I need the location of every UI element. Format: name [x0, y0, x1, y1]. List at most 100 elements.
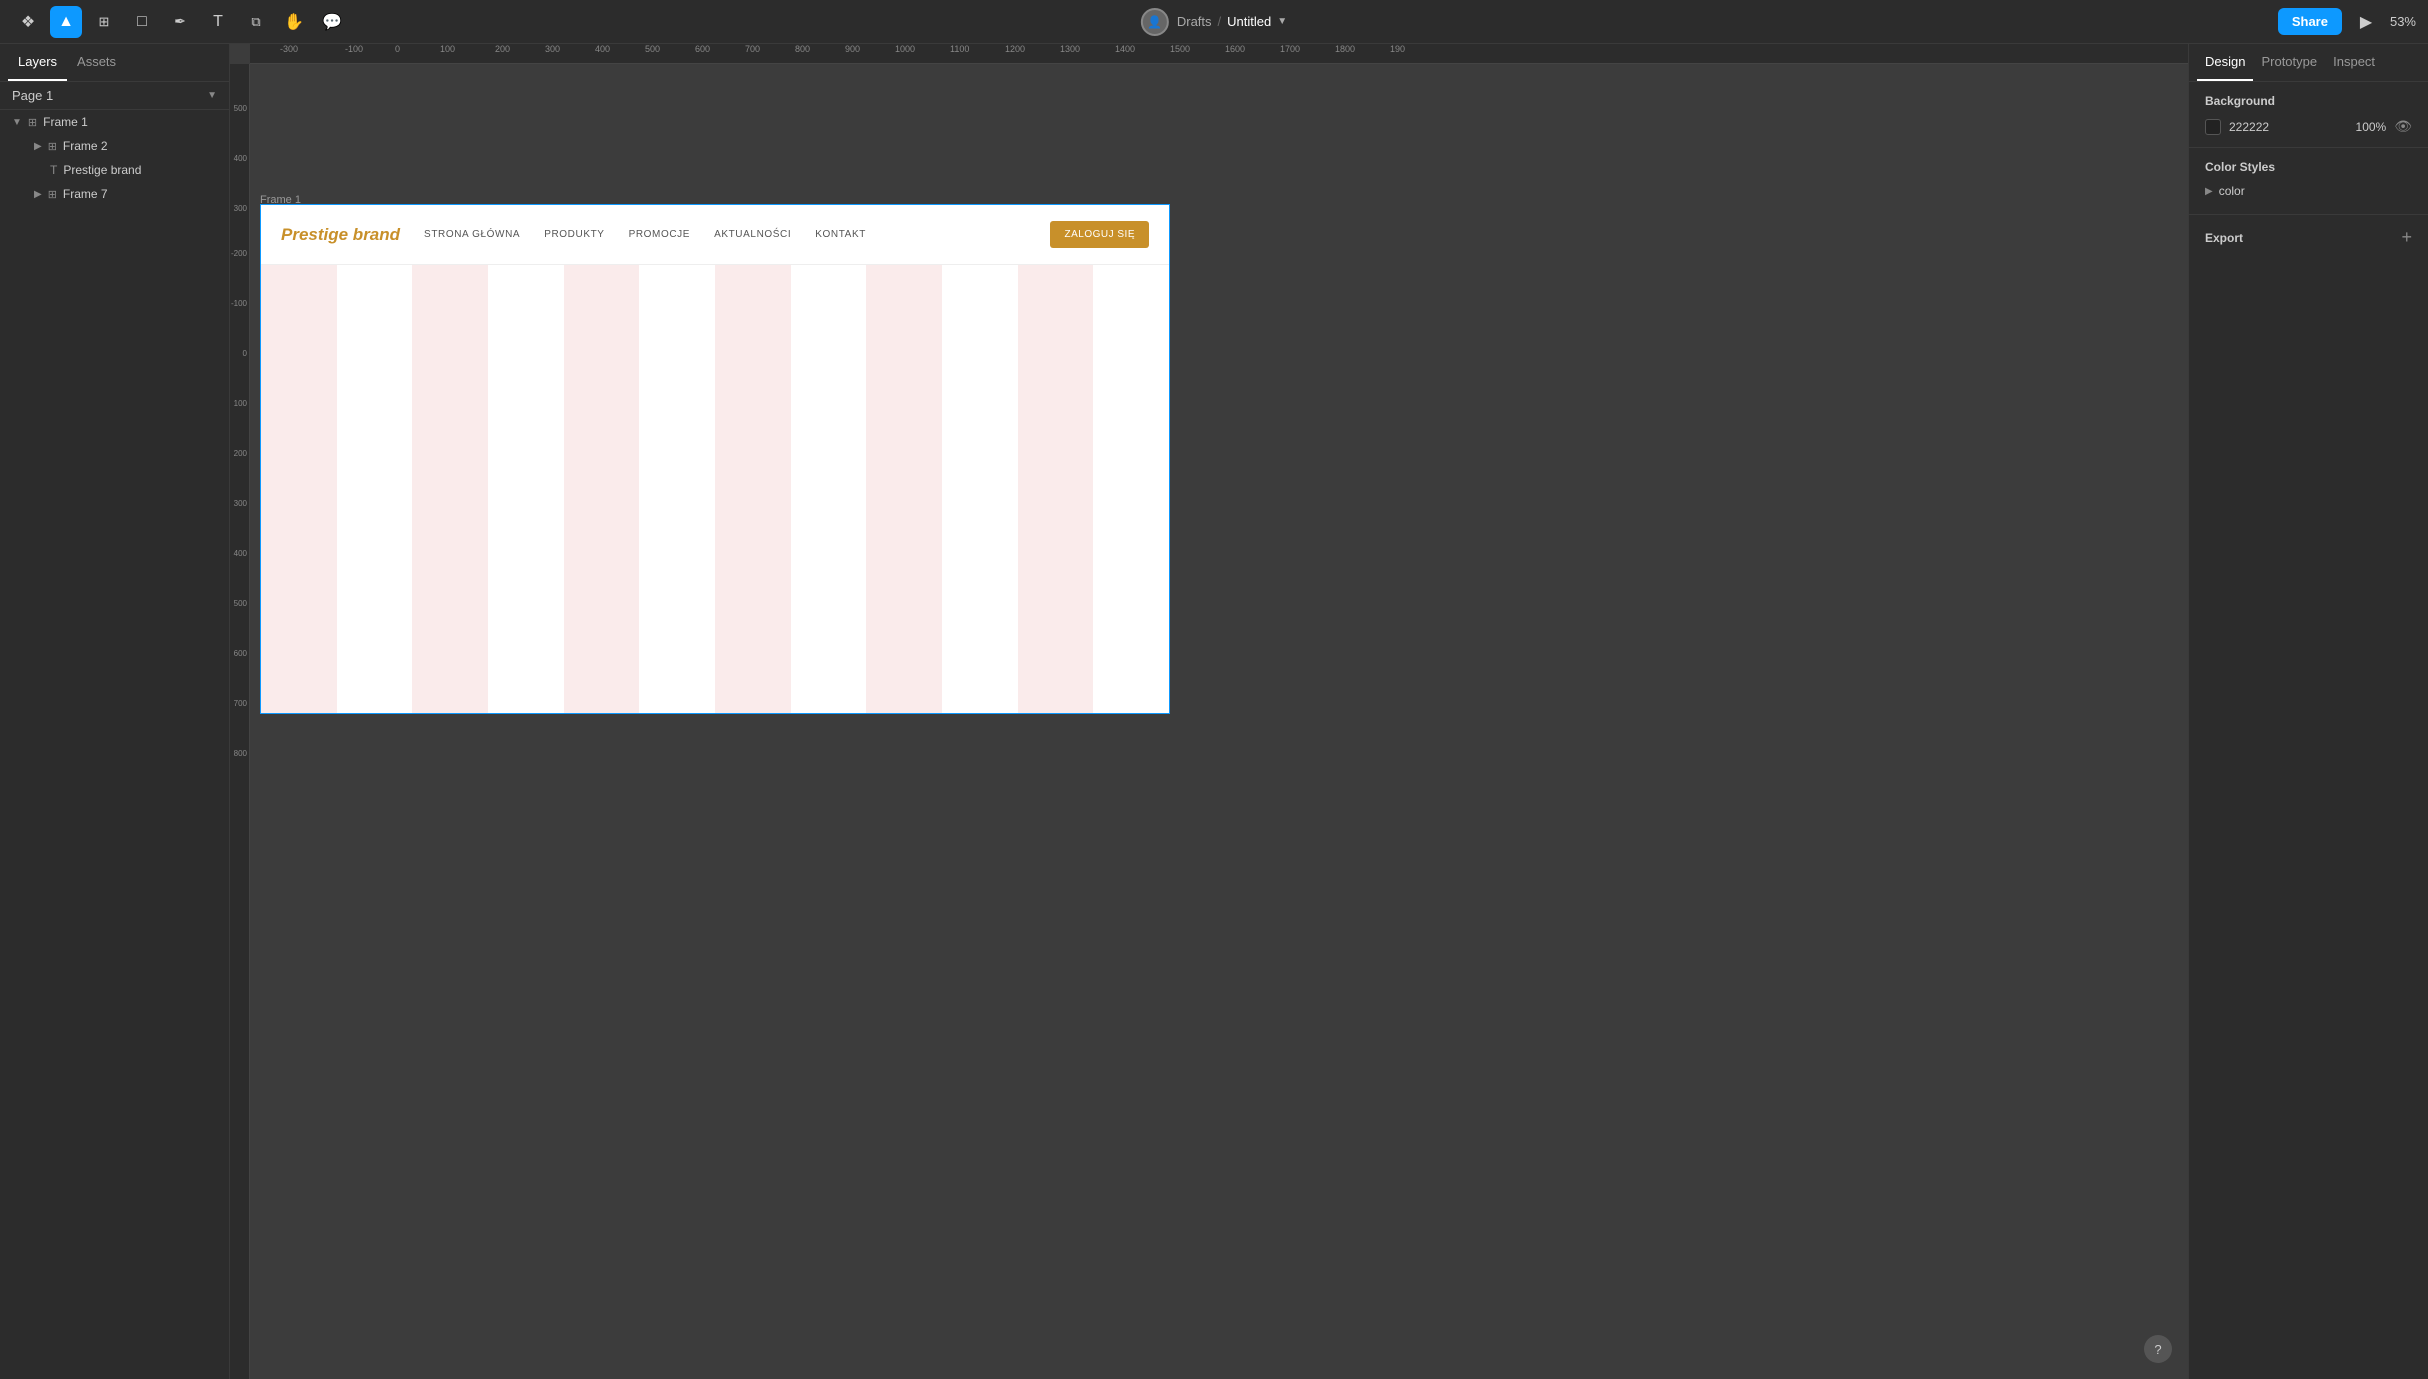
help-button[interactable]: ? — [2144, 1335, 2172, 1363]
ruler-mark: 100 — [440, 44, 455, 54]
layer-item-frame1[interactable]: ▼ ⊞ Frame 1 — [0, 110, 229, 134]
text-icon: T — [50, 163, 57, 177]
share-button[interactable]: Share — [2278, 8, 2342, 35]
ruler-mark-v: 300 — [234, 499, 247, 508]
tab-prototype[interactable]: Prototype — [2253, 44, 2325, 81]
canvas-area[interactable]: -300 -100 0 100 200 300 400 500 600 700 … — [230, 44, 2188, 1379]
component-icon: ⧉ — [251, 14, 260, 30]
nav-item-products: PRODUKTY — [544, 229, 604, 240]
tab-assets[interactable]: Assets — [67, 44, 126, 81]
bg-hex-value[interactable]: 222222 — [2229, 120, 2348, 134]
drafts-label[interactable]: Drafts — [1177, 14, 1212, 29]
ruler-mark: 500 — [645, 44, 660, 54]
frame-tool-button[interactable]: ⊞ — [88, 6, 120, 38]
tab-design[interactable]: Design — [2197, 44, 2253, 81]
grid-col-1 — [261, 265, 337, 714]
ruler-mark-v: 200 — [234, 449, 247, 458]
color-style-arrow: ▶ — [2205, 186, 2213, 197]
ruler-mark: -100 — [345, 44, 363, 54]
layers-list: ▼ ⊞ Frame 1 ▶ ⊞ Frame 2 T Prestige brand… — [0, 110, 229, 206]
figma-menu-button[interactable]: ❖ — [12, 6, 44, 38]
layer-item-frame2[interactable]: ▶ ⊞ Frame 2 — [0, 134, 229, 158]
expand-icon: ▼ — [12, 117, 22, 128]
ruler-vertical: 500 400 300 -200 -100 0 100 200 300 400 … — [230, 64, 250, 1379]
shape-icon: □ — [137, 13, 147, 31]
design-grid — [261, 265, 1169, 714]
grid-col-6 — [639, 265, 715, 714]
right-panel-tabs: Design Prototype Inspect — [2189, 44, 2428, 82]
page-dropdown-icon: ▼ — [207, 90, 217, 101]
tab-inspect[interactable]: Inspect — [2325, 44, 2383, 81]
nav-item-promotions: PROMOCJE — [629, 229, 690, 240]
layer-label: Frame 2 — [63, 139, 108, 153]
grid-col-5 — [564, 265, 640, 714]
toolbar-center: 👤 Drafts / Untitled ▼ — [1141, 8, 1287, 36]
ruler-mark-v: 800 — [234, 749, 247, 758]
select-tool-button[interactable]: ▲ — [50, 6, 82, 38]
bg-opacity-value[interactable]: 100% — [2356, 120, 2387, 134]
design-frame[interactable]: Prestige brand STRONA GŁÓWNA PRODUKTY PR… — [260, 204, 1170, 714]
play-button[interactable]: ▶ — [2350, 6, 2382, 38]
nav-links: STRONA GŁÓWNA PRODUKTY PROMOCJE AKTUALNO… — [424, 229, 1050, 240]
ruler-mark: 1500 — [1170, 44, 1190, 54]
grid-col-9 — [866, 265, 942, 714]
file-name[interactable]: Untitled — [1227, 14, 1271, 29]
hand-tool-button[interactable]: ✋ — [278, 6, 310, 38]
layer-label: Prestige brand — [63, 163, 141, 177]
pen-tool-button[interactable]: ✒ — [164, 6, 196, 38]
frame-icon: ⊞ — [99, 14, 110, 30]
layer-item-prestige-brand[interactable]: T Prestige brand — [0, 158, 229, 182]
ruler-mark-v: 500 — [234, 104, 247, 113]
ruler-mark: 600 — [695, 44, 710, 54]
ruler-mark: 190 — [1390, 44, 1405, 54]
ruler-mark-v: -100 — [231, 299, 247, 308]
nav-cta-button[interactable]: ZALOGUJ SIĘ — [1050, 221, 1149, 248]
zoom-label[interactable]: 53% — [2390, 14, 2416, 29]
nav-item-news: AKTUALNOŚCI — [714, 229, 791, 240]
export-section: Export + — [2189, 215, 2428, 260]
ruler-horizontal: -300 -100 0 100 200 300 400 500 600 700 … — [250, 44, 2188, 64]
grid-col-7 — [715, 265, 791, 714]
ruler-mark: 400 — [595, 44, 610, 54]
avatar-icon: 👤 — [1147, 15, 1162, 29]
layer-item-frame7[interactable]: ▶ ⊞ Frame 7 — [0, 182, 229, 206]
ruler-mark: 1700 — [1280, 44, 1300, 54]
toolbar-right: Share ▶ 53% — [2278, 6, 2416, 38]
toolbar: ❖ ▲ ⊞ □ ✒ T ⧉ ✋ 💬 👤 Drafts — [0, 0, 2428, 44]
pen-icon: ✒ — [174, 13, 186, 30]
brand-logo: Prestige brand — [281, 225, 400, 245]
export-add-button[interactable]: + — [2401, 227, 2412, 248]
play-icon: ▶ — [2360, 12, 2372, 32]
left-panel: Layers Assets Page 1 ▼ ▼ ⊞ Frame 1 ▶ ⊞ F… — [0, 44, 230, 1379]
shape-tool-button[interactable]: □ — [126, 6, 158, 38]
bg-color-swatch[interactable] — [2205, 119, 2221, 135]
eye-icon: 👁 — [2394, 118, 2412, 134]
ruler-mark: 0 — [395, 44, 400, 54]
color-style-item[interactable]: ▶ color — [2205, 180, 2412, 202]
ruler-mark: 300 — [545, 44, 560, 54]
expand-icon: ▶ — [34, 141, 42, 152]
ruler-mark: 1200 — [1005, 44, 1025, 54]
color-styles-title: Color Styles — [2205, 160, 2275, 174]
visibility-toggle[interactable]: 👁 — [2394, 118, 2412, 135]
user-avatar[interactable]: 👤 — [1141, 8, 1169, 36]
dropdown-icon[interactable]: ▼ — [1277, 16, 1287, 27]
ruler-mark: 700 — [745, 44, 760, 54]
ruler-mark: 1800 — [1335, 44, 1355, 54]
text-tool-button[interactable]: T — [202, 6, 234, 38]
layer-label: Frame 7 — [63, 187, 108, 201]
ruler-mark: 800 — [795, 44, 810, 54]
component-tool-button[interactable]: ⧉ — [240, 6, 272, 38]
select-icon: ▲ — [58, 13, 74, 31]
design-navbar: Prestige brand STRONA GŁÓWNA PRODUKTY PR… — [261, 205, 1169, 265]
comment-tool-button[interactable]: 💬 — [316, 6, 348, 38]
grid-col-10 — [942, 265, 1018, 714]
ruler-mark: 900 — [845, 44, 860, 54]
ruler-mark-v: -200 — [231, 249, 247, 258]
text-tool-icon: T — [213, 13, 223, 31]
ruler-mark: 200 — [495, 44, 510, 54]
ruler-mark-v: 600 — [234, 649, 247, 658]
tab-layers[interactable]: Layers — [8, 44, 67, 81]
frame-icon: ⊞ — [48, 140, 57, 153]
page-selector[interactable]: Page 1 ▼ — [0, 82, 229, 110]
